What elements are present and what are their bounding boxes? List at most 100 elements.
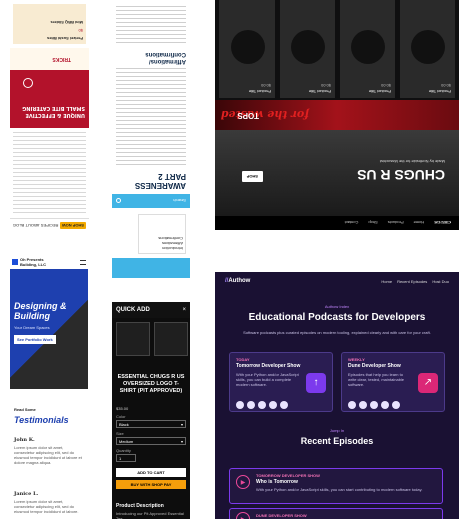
promo-kicker: TRICKS bbox=[10, 48, 89, 70]
product-card[interactable]: Product Title $0.00 bbox=[219, 0, 275, 98]
recent-title: Recent Episodes bbox=[300, 436, 374, 446]
hero-kicker: Authow Index bbox=[324, 304, 350, 309]
description-heading: Product Description bbox=[116, 503, 164, 509]
nav-item[interactable]: ABOUT bbox=[26, 223, 40, 228]
product-image[interactable] bbox=[116, 322, 150, 356]
chevron-down-icon: ▾ bbox=[180, 421, 183, 427]
search-icon[interactable] bbox=[116, 198, 121, 204]
nav-item[interactable]: BLOG bbox=[13, 223, 24, 228]
builder-page-thumbnail[interactable]: Oh Presents Building, LLC Designing & Bu… bbox=[10, 255, 88, 519]
product-price: $0.00 bbox=[380, 83, 391, 88]
show-card[interactable]: TODAY Tomorrow Developer Show With your … bbox=[229, 352, 333, 412]
nav-item[interactable]: Host Duo bbox=[432, 279, 449, 284]
product-image bbox=[411, 30, 445, 64]
quick-add-header: QUICK ADD × bbox=[112, 302, 190, 318]
show-name: Tomorrow Developer Show bbox=[236, 363, 301, 369]
section-heading: Testimonials bbox=[14, 415, 69, 425]
product-name: Product Title bbox=[248, 89, 271, 94]
section-kicker: Read Some bbox=[14, 407, 36, 412]
logo[interactable]: //Authow bbox=[225, 278, 250, 285]
site-header: CHUGS Home Products Shop Contact bbox=[215, 216, 459, 230]
site-header: SHOP NOW RECIPES ABOUT BLOG bbox=[10, 218, 89, 232]
catering-page-thumbnail[interactable]: SHOP NOW RECIPES ABOUT BLOG UNIQUE & EFF… bbox=[10, 0, 89, 232]
list-item[interactable]: Introduction bbox=[141, 246, 183, 251]
quantity-label: Quantity bbox=[116, 448, 131, 453]
nav-item[interactable]: Contact bbox=[345, 221, 359, 226]
article-title: AWARENESS PART 2 bbox=[134, 172, 186, 190]
product-card[interactable]: Product Title $0.00 bbox=[400, 0, 455, 98]
product-price: $0.00 bbox=[260, 83, 271, 88]
add-to-cart-button[interactable]: ADD TO CART bbox=[116, 468, 186, 477]
site-header: Oh Presents Building, LLC bbox=[10, 255, 88, 269]
show-tag: WEEKLY bbox=[348, 357, 365, 362]
product-image bbox=[351, 30, 385, 64]
logo[interactable]: CHUGS bbox=[434, 221, 451, 226]
product-card[interactable]: Pretzel Sushi Bites $0 Mini BBQ Sliders bbox=[13, 4, 86, 44]
product-price: $0.00 bbox=[320, 83, 331, 88]
card-title: Pretzel Sushi Bites bbox=[46, 36, 83, 41]
product-price: $0.00 bbox=[440, 83, 451, 88]
product-card[interactable]: Product Title $0.00 bbox=[280, 0, 335, 98]
hero-title: CHUGS R US bbox=[357, 167, 445, 183]
nav-item[interactable]: Home bbox=[381, 279, 392, 284]
product-grid: Product Title $0.00 Product Title $0.00 … bbox=[219, 0, 455, 98]
section-kicker: TOPS bbox=[237, 111, 259, 120]
list-item[interactable]: Affirmations bbox=[141, 241, 183, 246]
testimonial-text: Lorem ipsum dolor sit amet, consectetur … bbox=[14, 445, 82, 465]
hero-section: CHUGS R US Made by Northside for the Mas… bbox=[215, 130, 459, 216]
close-icon[interactable]: × bbox=[182, 307, 186, 314]
product-image[interactable] bbox=[154, 322, 188, 356]
color-select[interactable]: Black ▾ bbox=[116, 420, 186, 428]
section-title: for the wasted bbox=[220, 108, 309, 121]
chevron-down-icon: ▾ bbox=[180, 438, 183, 444]
product-title: ESSENTIAL CHUGS R US OVERSIZED LOGO T-SH… bbox=[117, 374, 185, 394]
nav-item[interactable]: RECIPES bbox=[41, 223, 59, 228]
nav-item[interactable]: Shop bbox=[368, 221, 377, 226]
play-icon[interactable]: ▶ bbox=[236, 512, 250, 519]
search-bar[interactable]: Search bbox=[112, 194, 190, 208]
promo-banner: UNIQUE & EFFECTIVE SMALL BITE CATERING bbox=[10, 70, 89, 128]
episode-tag: TOMORROW DEVELOPER SHOW bbox=[256, 473, 320, 478]
episode-card[interactable]: ▶ TOMORROW DEVELOPER SHOW Who is Tomorro… bbox=[229, 468, 443, 504]
article-page-thumbnail[interactable]: Introduction Affirmations Confirmations … bbox=[112, 0, 190, 278]
cta-button[interactable]: SHOP NOW bbox=[59, 222, 86, 229]
card-title: Mini BBQ Sliders bbox=[50, 20, 83, 25]
article-body-2 bbox=[116, 6, 186, 46]
product-images bbox=[116, 322, 190, 358]
hero-title: Educational Podcasts for Developers bbox=[248, 312, 426, 323]
top-bar bbox=[112, 258, 190, 278]
episode-tag: DUNE DEVELOPER SHOW bbox=[256, 513, 307, 518]
portfolio-button[interactable]: See Portfolio Work bbox=[14, 335, 56, 344]
show-tag: TODAY bbox=[236, 357, 250, 362]
logo-icon bbox=[12, 259, 18, 265]
podcast-icon: ↗ bbox=[418, 373, 438, 393]
quick-add-thumbnail[interactable]: QUICK ADD × ESSENTIAL CHUGS R US OVERSIZ… bbox=[112, 302, 190, 519]
chugs-shop-thumbnail[interactable]: CHUGS Home Products Shop Contact CHUGS R… bbox=[215, 0, 459, 230]
nav-item[interactable]: Home bbox=[414, 221, 425, 226]
product-image bbox=[231, 30, 265, 64]
hero-title: Designing & Building bbox=[14, 301, 67, 321]
description-text: Introducing our Pit Approved Essential T… bbox=[116, 511, 184, 519]
quantity-stepper[interactable]: 1 bbox=[116, 454, 136, 462]
show-card[interactable]: WEEKLY Dune Developer Show Episodes that… bbox=[341, 352, 445, 412]
shop-button[interactable]: SHOP bbox=[241, 171, 263, 182]
brand-name[interactable]: Oh Presents Building, LLC bbox=[20, 257, 60, 267]
podcast-icon: ↑ bbox=[306, 373, 326, 393]
listener-avatars bbox=[236, 401, 291, 409]
play-icon[interactable]: ▶ bbox=[236, 475, 250, 489]
product-image bbox=[291, 30, 325, 64]
hero-subtitle: Software podcasts plus curated episodes … bbox=[243, 330, 431, 335]
product-card[interactable]: Product Title $0.00 bbox=[340, 0, 395, 98]
menu-icon[interactable] bbox=[80, 259, 86, 265]
list-item[interactable]: Confirmations bbox=[141, 236, 183, 241]
episode-card[interactable]: ▶ DUNE DEVELOPER SHOW bbox=[229, 508, 443, 519]
article-body bbox=[116, 68, 186, 168]
shop-pay-button[interactable]: BUY WITH SHOP PAY bbox=[116, 480, 186, 489]
nav-item[interactable]: Products bbox=[388, 221, 404, 226]
show-text: Episodes that help you learn to write cl… bbox=[348, 372, 405, 387]
podcast-page-thumbnail[interactable]: //Authow Home Recent Episodes Host Duo A… bbox=[215, 272, 459, 519]
show-text: With your Python and/or JavaScript skill… bbox=[236, 372, 299, 387]
nav-item[interactable]: Recent Episodes bbox=[397, 279, 427, 284]
search-input[interactable]: Search bbox=[173, 199, 186, 204]
size-select[interactable]: Medium ▾ bbox=[116, 437, 186, 445]
